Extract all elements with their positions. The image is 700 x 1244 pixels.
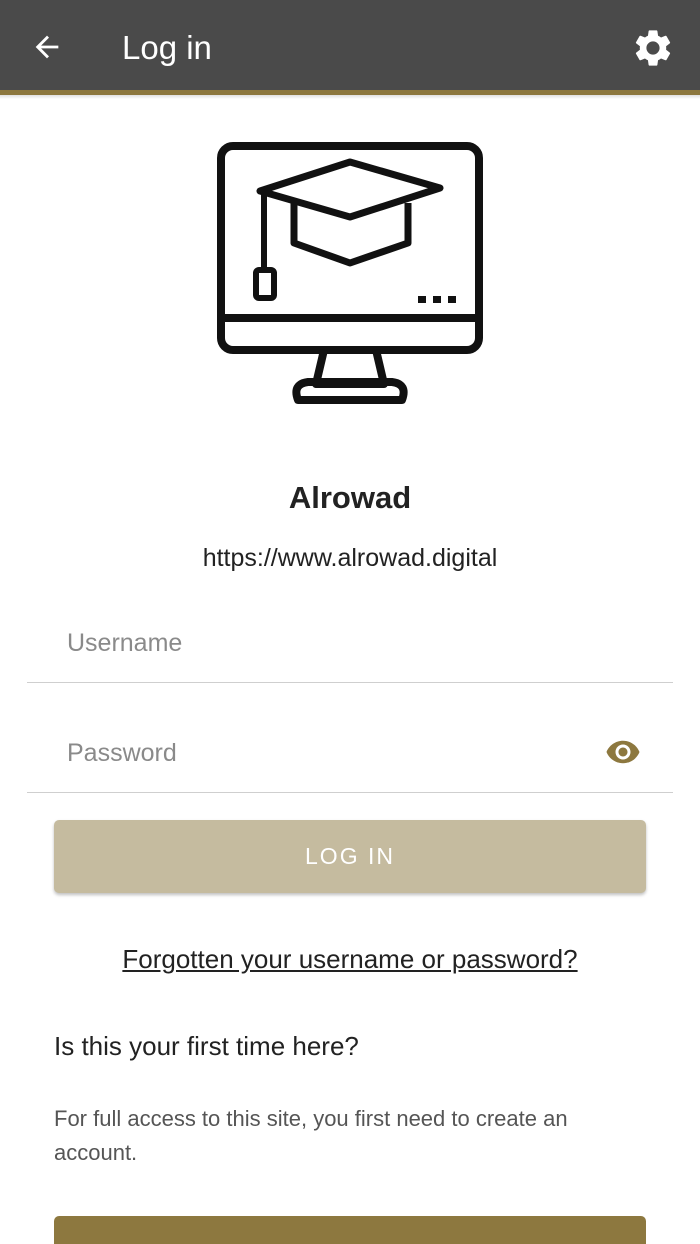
password-input[interactable]: [67, 728, 587, 778]
back-button[interactable]: [22, 22, 72, 72]
gear-icon: [635, 30, 671, 66]
forgot-password-link[interactable]: Forgotten your username or password?: [0, 941, 700, 977]
username-input[interactable]: [67, 618, 587, 668]
first-time-heading: Is this your first time here?: [54, 1031, 359, 1061]
monitor-graduation-cap-icon: [217, 142, 483, 404]
page-title: Log in: [122, 29, 212, 66]
site-url: https://www.alrowad.digital: [202, 544, 498, 572]
site-name: Alrowad: [288, 480, 412, 515]
arrow-left-icon: [35, 35, 59, 59]
first-time-description: For full access to this site, you first …: [54, 1106, 568, 1165]
settings-button[interactable]: [627, 22, 679, 74]
login-button[interactable]: LOG IN: [54, 820, 646, 893]
create-account-button[interactable]: [54, 1216, 646, 1244]
username-field-container: [27, 610, 673, 683]
password-field-container: [27, 720, 673, 793]
app-header: Log in: [0, 0, 700, 90]
header-shadow: [0, 95, 700, 99]
show-password-button[interactable]: [603, 732, 643, 772]
eye-icon: [606, 740, 640, 764]
login-page: Log in Alrowad https://www.alrowad.digit…: [0, 0, 700, 1244]
